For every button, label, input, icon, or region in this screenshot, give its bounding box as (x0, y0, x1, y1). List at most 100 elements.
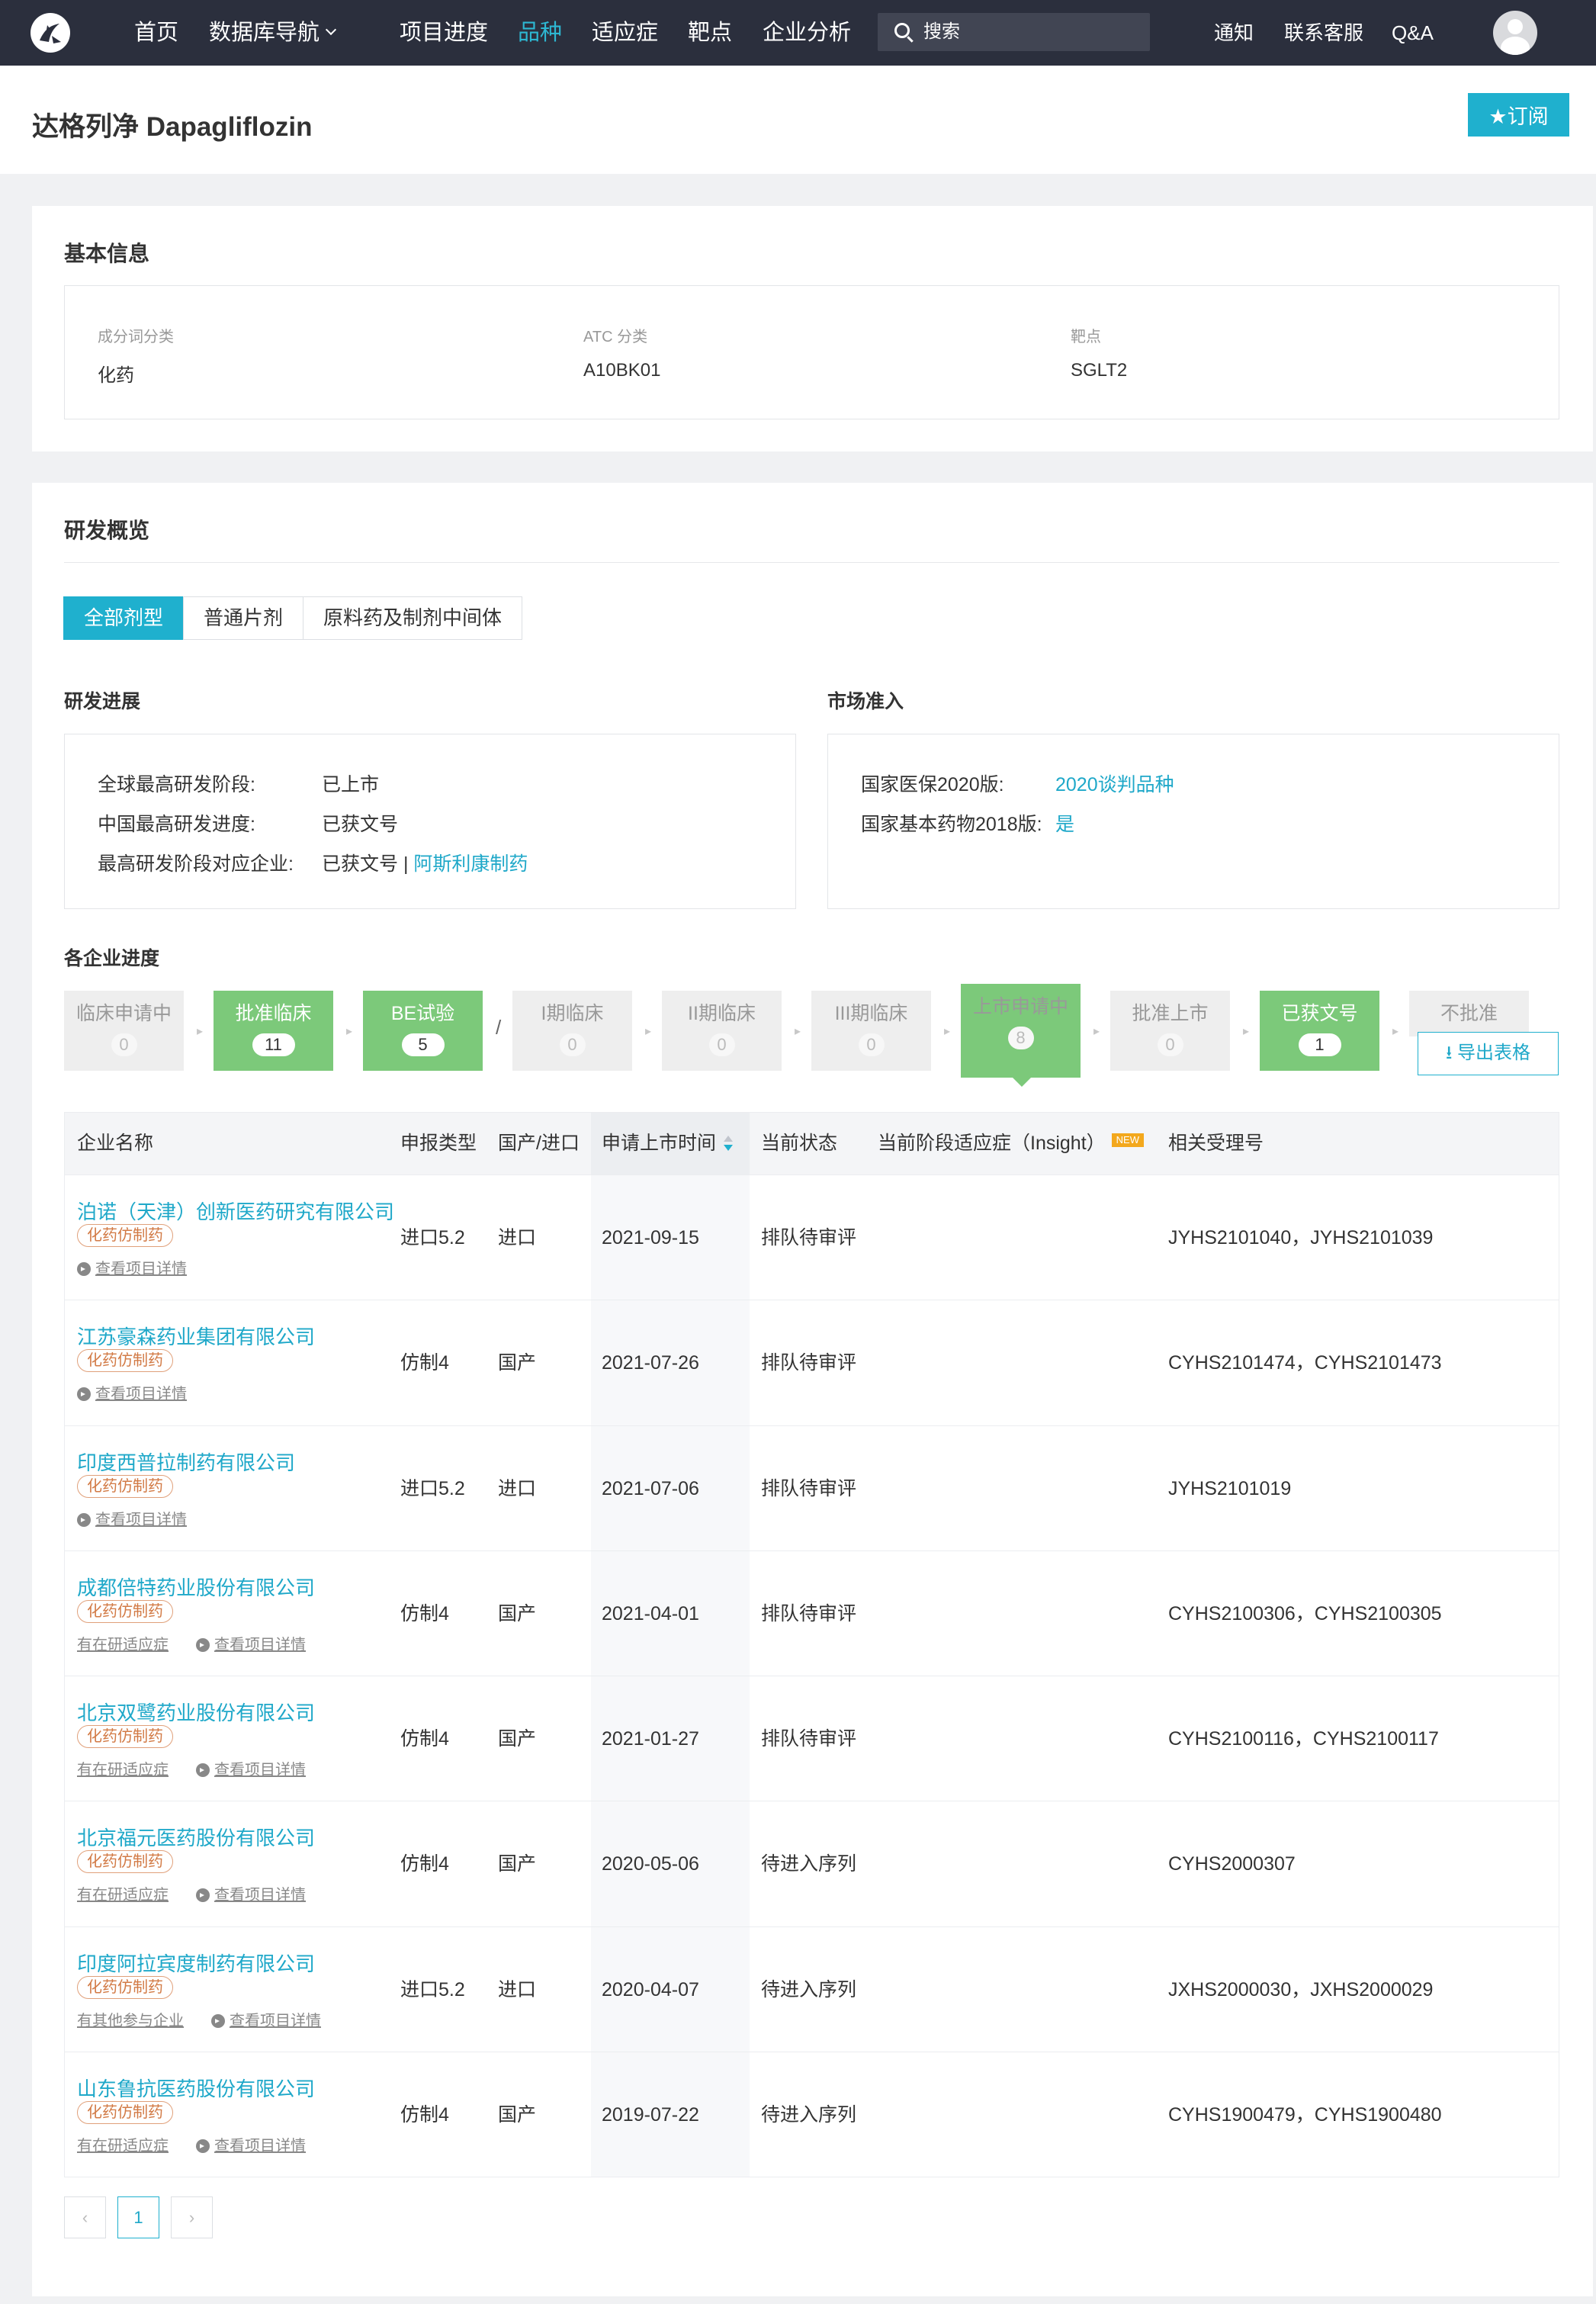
nav-target[interactable]: 靶点 (688, 0, 732, 66)
rd-progress-title: 研发进展 (64, 691, 141, 712)
company-link[interactable]: 山东鲁抗医药股份有限公司 (77, 2074, 315, 2102)
stage-license-obtained[interactable]: 已获文号 1 (1260, 991, 1379, 1071)
cell-acceptance[interactable]: JYHS2101019 (1168, 1426, 1291, 1551)
header-status: 当前状态 (761, 1133, 838, 1154)
project-detail-link[interactable]: 查看项目详情 (214, 1887, 306, 1904)
project-detail-link[interactable]: 查看项目详情 (95, 1386, 187, 1403)
play-circle-icon (196, 1637, 210, 1652)
page-1-button[interactable]: 1 (117, 2196, 159, 2238)
nav-database[interactable]: 数据库导航 (209, 0, 337, 66)
project-detail-link[interactable]: 查看项目详情 (214, 1762, 306, 1779)
row-sublinks: 有在研适应症 查看项目详情 (77, 1882, 306, 1904)
company-link[interactable]: 印度阿拉宾度制药有限公司 (77, 1949, 315, 1977)
project-detail-link[interactable]: 查看项目详情 (95, 1512, 187, 1528)
company-progress-title: 各企业进度 (64, 948, 160, 969)
cell-type: 进口5.2 (400, 1477, 465, 1499)
table-row: 北京双鹭药业股份有限公司 化药仿制药 有在研适应症 查看项目详情 仿制4 国产 2… (65, 1676, 1559, 1801)
export-label: 导出表格 (1457, 1042, 1531, 1063)
stage-rejected[interactable]: 不批准 (1409, 991, 1529, 1036)
top-company-link[interactable]: 阿斯利康制药 (413, 853, 528, 875)
insurance-link[interactable]: 2020谈判品种 (1055, 770, 1174, 797)
nav-indication[interactable]: 适应症 (592, 0, 658, 66)
row-sublinks: 查看项目详情 (77, 1381, 187, 1403)
stage-name: 批准上市 (1132, 1003, 1209, 1024)
cell-acceptance[interactable]: CYHS2100306，CYHS2100305 (1168, 1551, 1442, 1676)
field-value-category: 化药 (98, 365, 134, 386)
cell-acceptance[interactable]: CYHS2100116，CYHS2100117 (1168, 1676, 1439, 1801)
stage-phase-2[interactable]: II期临床 0 (662, 991, 782, 1071)
extra-info-link[interactable]: 有在研适应症 (77, 1887, 169, 1904)
cell-origin: 国产 (498, 2104, 537, 2126)
subscribe-button[interactable]: ★订阅 (1468, 93, 1569, 137)
project-detail-link[interactable]: 查看项目详情 (214, 2138, 306, 2155)
title-bar: 达格列净 Dapagliflozin ★订阅 (0, 66, 1596, 174)
cell-status: 待进入序列 (761, 1853, 857, 1875)
cell-date: 2021-09-15 (602, 1227, 699, 1248)
avatar[interactable] (1493, 11, 1537, 55)
stage-market-application[interactable]: 上市申请中 8 (961, 984, 1081, 1087)
stage-be-trial[interactable]: BE试验 5 (363, 991, 483, 1071)
cell-acceptance[interactable]: CYHS2000307 (1168, 1801, 1296, 1926)
nav-company-analysis[interactable]: 企业分析 (763, 0, 851, 66)
nav-home[interactable]: 首页 (134, 0, 178, 66)
cell-type: 仿制4 (400, 1728, 449, 1750)
notifications-link[interactable]: 通知 (1214, 0, 1254, 66)
nav-variety[interactable]: 品种 (518, 0, 562, 66)
search-input[interactable] (923, 13, 1145, 51)
company-link[interactable]: 泊诺（天津）创新医药研究有限公司 (77, 1197, 394, 1225)
top-company-value: 已获文号 | 阿斯利康制药 (322, 849, 528, 876)
nav-project-progress[interactable]: 项目进度 (400, 0, 488, 66)
project-detail-link[interactable]: 查看项目详情 (230, 2013, 321, 2029)
search-icon (894, 23, 910, 38)
stage-market-approved[interactable]: 批准上市 0 (1110, 991, 1230, 1071)
header-origin: 国产/进口 (498, 1133, 580, 1154)
global-stage-value: 已上市 (322, 774, 380, 795)
company-link[interactable]: 印度西普拉制药有限公司 (77, 1448, 295, 1476)
logo-icon[interactable] (31, 13, 70, 53)
arrow-right-icon: ▸ (1243, 1025, 1250, 1038)
cell-acceptance[interactable]: JYHS2101040，JYHS2101039 (1168, 1175, 1433, 1300)
header-date[interactable]: 申请上市时间 (591, 1113, 750, 1174)
tab-tablet[interactable]: 普通片剂 (183, 596, 304, 640)
cell-status: 排队待审评 (761, 1728, 857, 1750)
cell-origin: 进口 (498, 1227, 537, 1248)
next-page-button[interactable]: › (171, 2196, 213, 2238)
project-detail-link[interactable]: 查看项目详情 (214, 1637, 306, 1653)
project-detail-link[interactable]: 查看项目详情 (95, 1261, 187, 1277)
tab-all-dosage[interactable]: 全部剂型 (63, 596, 185, 640)
cell-acceptance[interactable]: CYHS1900479，CYHS1900480 (1168, 2052, 1442, 2177)
drug-tag: 化药仿制药 (77, 1975, 173, 1999)
global-stage-label: 全球最高研发阶段: (98, 774, 255, 795)
export-table-button[interactable]: ⭳ 导出表格 (1418, 1032, 1559, 1075)
prev-page-button[interactable]: ‹ (64, 2196, 106, 2238)
essential-drug-link[interactable]: 是 (1055, 809, 1074, 837)
company-link[interactable]: 成都倍特药业股份有限公司 (77, 1573, 315, 1601)
company-link[interactable]: 北京福元医药股份有限公司 (77, 1823, 315, 1851)
stage-clinical-approved[interactable]: 批准临床 11 (214, 991, 333, 1071)
customer-service-link[interactable]: 联系客服 (1284, 0, 1363, 66)
sort-icon[interactable] (724, 1136, 734, 1152)
stage-name: BE试验 (390, 1003, 455, 1024)
stage-phase-3[interactable]: III期临床 0 (811, 991, 931, 1071)
company-link[interactable]: 北京双鹭药业股份有限公司 (77, 1698, 315, 1726)
stage-name: II期临床 (688, 1003, 756, 1024)
extra-info-link[interactable]: 有其他参与企业 (77, 2013, 184, 2029)
play-circle-icon (77, 1387, 91, 1402)
extra-info-link[interactable]: 有在研适应症 (77, 1637, 169, 1653)
cell-acceptance[interactable]: JXHS2000030，JXHS2000029 (1168, 1927, 1433, 2052)
qa-link[interactable]: Q&A (1392, 0, 1434, 66)
stage-name: 临床申请中 (75, 1003, 172, 1024)
stage-clinical-application[interactable]: 临床申请中 0 (64, 991, 184, 1071)
extra-info-link[interactable]: 有在研适应症 (77, 2138, 169, 2155)
tab-api-intermediate[interactable]: 原料药及制剂中间体 (303, 596, 523, 640)
cell-status: 待进入序列 (761, 2104, 857, 2126)
rd-overview-title: 研发概览 (64, 519, 150, 542)
cell-acceptance[interactable]: CYHS2101474，CYHS2101473 (1168, 1300, 1442, 1425)
row-sublinks: 有其他参与企业 查看项目详情 (77, 2008, 321, 2030)
stage-phase-1[interactable]: I期临床 0 (512, 991, 632, 1071)
extra-info-link[interactable]: 有在研适应症 (77, 1762, 169, 1779)
cell-date: 2021-07-26 (602, 1352, 699, 1374)
search-box[interactable] (878, 13, 1150, 51)
company-link[interactable]: 江苏豪森药业集团有限公司 (77, 1322, 315, 1350)
field-label-category: 成分词分类 (98, 329, 174, 345)
